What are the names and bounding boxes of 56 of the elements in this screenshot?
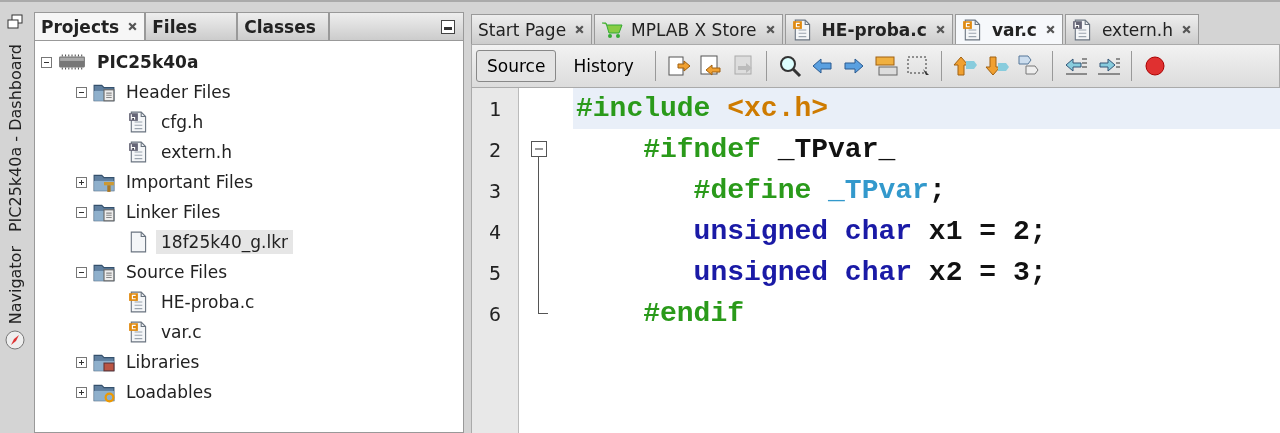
close-icon[interactable]: [764, 24, 776, 35]
tree-item[interactable]: HE-proba.c: [156, 290, 260, 314]
collapse-icon[interactable]: [76, 206, 87, 218]
line-number: 3: [487, 177, 502, 205]
collapse-icon[interactable]: [76, 266, 87, 278]
line-number: 2: [487, 136, 502, 164]
expand-icon[interactable]: [76, 386, 87, 398]
tree-item[interactable]: Libraries: [121, 350, 205, 374]
close-icon[interactable]: [1044, 24, 1056, 35]
editor-tab[interactable]: MPLAB X Store: [594, 14, 783, 44]
code-line: unsigned char x1 = 2;: [692, 215, 1048, 249]
editor-tab[interactable]: HE-proba.c: [784, 14, 953, 44]
panel-tab[interactable]: Files: [145, 12, 238, 40]
tree-item[interactable]: Important Files: [121, 170, 258, 194]
tree-item[interactable]: cfg.h: [156, 110, 209, 134]
collapse-icon[interactable]: [41, 56, 52, 68]
tree-item[interactable]: Linker Files: [121, 200, 226, 224]
close-icon[interactable]: [127, 21, 139, 32]
restore-window-icon[interactable]: [7, 14, 23, 30]
tree-item[interactable]: Header Files: [121, 80, 236, 104]
close-icon[interactable]: [934, 24, 946, 35]
line-number: 6: [487, 300, 502, 328]
chip-icon: [58, 51, 86, 73]
code-line: #ifndef _TPvar_: [642, 133, 897, 167]
tree-item[interactable]: extern.h: [156, 140, 237, 164]
line-number: 1: [487, 95, 502, 123]
editor-tab[interactable]: var.c: [954, 14, 1063, 44]
editor-tab[interactable]: extern.h: [1064, 14, 1199, 44]
view-button[interactable]: Source: [476, 50, 557, 82]
side-tab[interactable]: PIC25k40a - Dashboard: [5, 44, 25, 233]
tree-item[interactable]: Source Files: [121, 260, 233, 284]
close-icon[interactable]: [574, 24, 586, 35]
tree-item[interactable]: 18f25k40_g.lkr: [156, 230, 293, 254]
side-tab[interactable]: Navigator: [5, 246, 25, 325]
minimize-icon[interactable]: [441, 19, 455, 34]
panel-tab[interactable]: Classes: [237, 12, 330, 40]
toggle-highlight-icon[interactable]: [872, 53, 899, 79]
close-icon[interactable]: [1180, 24, 1192, 35]
code-line: #define _TPvar;: [692, 174, 947, 208]
line-number: 5: [487, 259, 502, 287]
code-line: unsigned char x2 = 3;: [692, 256, 1048, 290]
expand-icon[interactable]: [76, 356, 87, 368]
collapse-icon[interactable]: [76, 86, 87, 98]
tree-item[interactable]: Loadables: [121, 380, 218, 404]
panel-tab[interactable]: Projects: [34, 12, 146, 40]
back-icon[interactable]: [697, 53, 724, 79]
line-number: 4: [487, 218, 502, 246]
expand-icon[interactable]: [76, 176, 87, 188]
code-line: #endif: [642, 297, 746, 331]
compass-icon: [5, 330, 25, 351]
tree-item[interactable]: PIC25k40a: [92, 50, 204, 74]
tree-item[interactable]: var.c: [156, 320, 207, 344]
fold-icon[interactable]: [531, 141, 547, 157]
last-edit-icon[interactable]: [665, 53, 692, 79]
view-button[interactable]: History: [562, 50, 645, 82]
editor-tab[interactable]: Start Page: [471, 14, 593, 44]
